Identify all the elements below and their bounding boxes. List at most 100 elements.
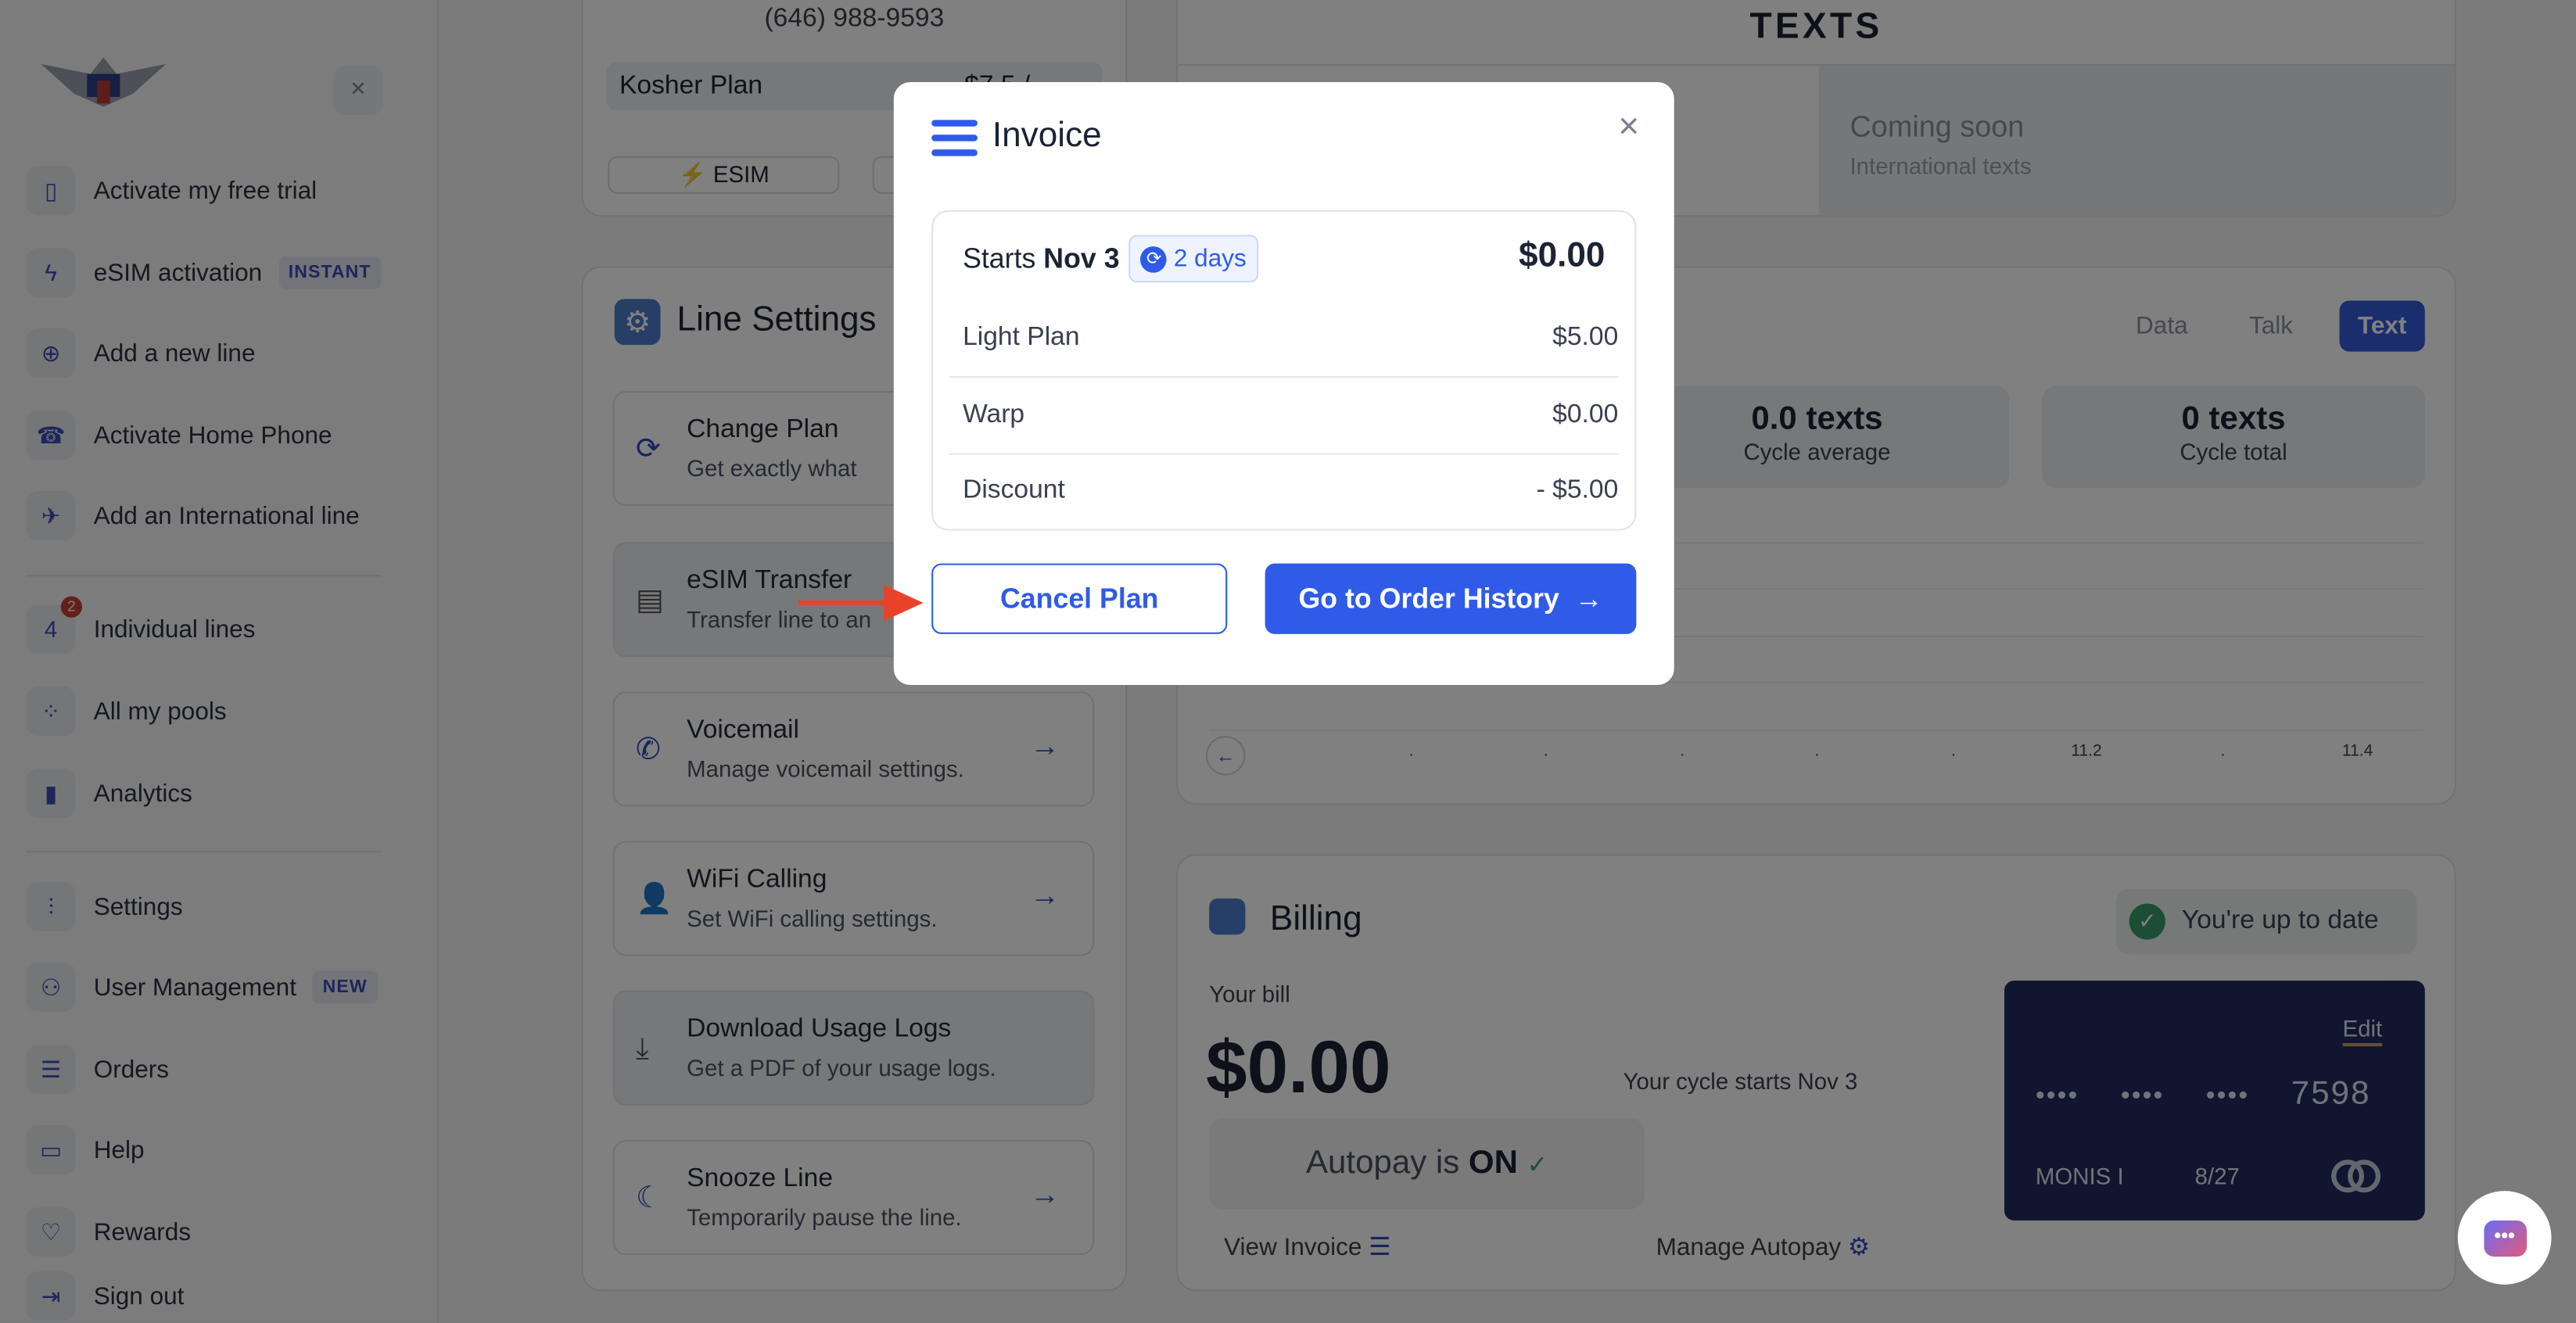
- nav-label: Individual lines: [93, 615, 256, 644]
- line-amount: $0.00: [1552, 400, 1619, 429]
- nav-orders[interactable]: ☰ Orders: [26, 1045, 169, 1095]
- close-sidebar-button[interactable]: ×: [333, 66, 383, 116]
- item-subtitle: Get exactly what: [687, 454, 857, 482]
- nav-rewards[interactable]: ♡ Rewards: [26, 1207, 192, 1257]
- nav-label: Rewards: [93, 1217, 192, 1246]
- airplane-icon: ✈: [26, 491, 76, 541]
- modal-title: Invoice: [992, 117, 1102, 155]
- nav-all-pools[interactable]: ⁘ All my pools: [26, 687, 227, 737]
- phone-icon: ✆: [636, 732, 661, 765]
- nav-add-new-line[interactable]: ⊕ Add a new line: [26, 328, 256, 378]
- stat-value: 0.0 texts: [1751, 400, 1883, 437]
- gridline: [1209, 729, 2424, 731]
- line-label: Discount: [963, 476, 1065, 504]
- notification-badge: 2: [60, 596, 83, 618]
- tab-data[interactable]: Data: [2136, 312, 2188, 340]
- coming-soon-title: Coming soon: [1849, 109, 2025, 143]
- invoice-modal: Invoice × Starts Nov 3 ⟳ 2 days $0.00 Lig…: [893, 82, 1674, 686]
- item-title: WiFi Calling: [687, 866, 827, 894]
- wifi-calling-item[interactable]: 👤 WiFi Calling Set WiFi calling settings. →: [612, 841, 1095, 956]
- invoice-line: Light Plan $5.00: [963, 324, 1618, 353]
- nav-label: Sign out: [93, 1282, 185, 1310]
- user-check-icon: 👤: [636, 882, 673, 916]
- view-invoice-link[interactable]: View Invoice ☰: [1224, 1232, 1390, 1262]
- status-text: You're up to date: [2181, 906, 2379, 935]
- nav-esim-activation[interactable]: ϟ eSIM activation INSTANT: [26, 248, 382, 298]
- axis-tick-label: 11.4: [2341, 742, 2373, 761]
- nav-label: User Management: [93, 973, 296, 1002]
- arrow-right-icon: →: [1030, 729, 1060, 762]
- mask: ••••: [2205, 1082, 2250, 1111]
- cancel-plan-button[interactable]: Cancel Plan: [931, 563, 1228, 634]
- billing-title: Billing: [1269, 900, 1362, 938]
- card-expiry: 8/27: [2194, 1163, 2240, 1189]
- cycle-date: Nov 3: [1797, 1067, 1858, 1095]
- list-icon: ☰: [26, 1045, 76, 1095]
- item-subtitle: Temporarily pause the line.: [687, 1203, 962, 1231]
- nav-help[interactable]: ▭ Help: [26, 1125, 145, 1175]
- stat-label: Cycle average: [1743, 438, 1891, 465]
- menu-icon: [931, 120, 978, 156]
- invoice-total: $0.00: [1519, 236, 1606, 274]
- tab-talk[interactable]: Talk: [2249, 312, 2293, 340]
- chat-icon: ▭: [26, 1125, 76, 1175]
- nav-label: Help: [93, 1135, 145, 1164]
- invoice-line: Discount - $5.00: [963, 476, 1618, 506]
- order-history-button[interactable]: Go to Order History →: [1265, 563, 1637, 634]
- autopay-prefix: Autopay is: [1306, 1145, 1460, 1181]
- lightning-icon: ϟ: [26, 248, 76, 298]
- autopay-status: Autopay is ON ✓: [1209, 1118, 1645, 1210]
- red-arrow-annotation: [798, 584, 924, 622]
- nav-home-phone[interactable]: ☎ Activate Home Phone: [26, 411, 332, 461]
- invoice-summary: Starts Nov 3 ⟳ 2 days $0.00 Light Plan $5.…: [931, 210, 1637, 531]
- autopay-state: ON: [1468, 1145, 1518, 1181]
- stat-cycle-total: 0 texts Cycle total: [2042, 385, 2425, 488]
- item-subtitle: Set WiFi calling settings.: [687, 905, 938, 932]
- nav-label: Add a new line: [93, 339, 256, 368]
- chat-widget-button[interactable]: •••: [2457, 1191, 2552, 1285]
- bill-amount: $0.00: [1205, 1024, 1391, 1110]
- days-badge: ⟳ 2 days: [1129, 235, 1258, 283]
- voicemail-item[interactable]: ✆ Voicemail Manage voicemail settings. →: [612, 691, 1095, 807]
- nav-activate-free-trial[interactable]: ▯ Activate my free trial: [26, 166, 318, 216]
- item-title: Snooze Line: [687, 1164, 834, 1193]
- previous-period-button[interactable]: ←: [1205, 736, 1246, 776]
- nav-label: Settings: [93, 892, 183, 921]
- coming-soon-panel: Coming soon International texts: [1818, 66, 2455, 216]
- download-logs-item[interactable]: ⤓ Download Usage Logs Get a PDF of your us…: [612, 990, 1095, 1106]
- download-icon: ⤓: [636, 1031, 649, 1065]
- axis-tick-label: .: [1543, 742, 1548, 761]
- close-modal-button[interactable]: ×: [1618, 105, 1639, 148]
- days-text: 2 days: [1173, 245, 1247, 273]
- line-amount: - $5.00: [1536, 476, 1619, 504]
- sidebar: × ▯ Activate my free trial ϟ eSIM activati…: [0, 0, 439, 1323]
- chip-label: ESIM: [712, 160, 770, 188]
- nav-settings[interactable]: ⫶ Settings: [26, 882, 183, 932]
- nav-individual-lines[interactable]: 4 2 Individual lines: [26, 596, 256, 654]
- nav-analytics[interactable]: ▮ Analytics: [26, 769, 192, 819]
- heart-icon: ♡: [26, 1207, 76, 1257]
- gear-icon: ⚙: [1847, 1233, 1871, 1262]
- section-title: Line Settings: [676, 300, 877, 339]
- snooze-line-item[interactable]: ☾ Snooze Line Temporarily pause the line. →: [612, 1139, 1095, 1256]
- sign-out-icon: ⇥: [26, 1271, 76, 1321]
- tab-text[interactable]: Text: [2339, 300, 2425, 352]
- nav-sign-out[interactable]: ⇥ Sign out: [26, 1271, 185, 1321]
- divider: [26, 575, 382, 577]
- card-number: •••• •••• •••• 7598: [2036, 1076, 2371, 1113]
- nav-label: Analytics: [93, 779, 192, 808]
- home-phone-icon: ☎: [26, 411, 76, 461]
- lightning-icon: ⚡: [678, 160, 707, 188]
- mask: ••••: [2120, 1082, 2165, 1111]
- moon-icon: ☾: [636, 1181, 662, 1214]
- gear-icon: ⚙: [614, 299, 661, 346]
- eagle-logo: [41, 57, 167, 107]
- nav-international-line[interactable]: ✈ Add an International line: [26, 491, 360, 541]
- axis-tick-label: .: [2220, 742, 2226, 761]
- manage-autopay-link[interactable]: Manage Autopay ⚙: [1656, 1232, 1871, 1262]
- edit-card-link[interactable]: Edit: [2342, 1015, 2383, 1047]
- axis-tick-label: .: [1814, 742, 1820, 761]
- nav-user-management[interactable]: ⚇ User Management NEW: [26, 963, 378, 1013]
- line-count: 4: [44, 615, 58, 643]
- esim-chip[interactable]: ⚡ ESIM: [608, 156, 840, 194]
